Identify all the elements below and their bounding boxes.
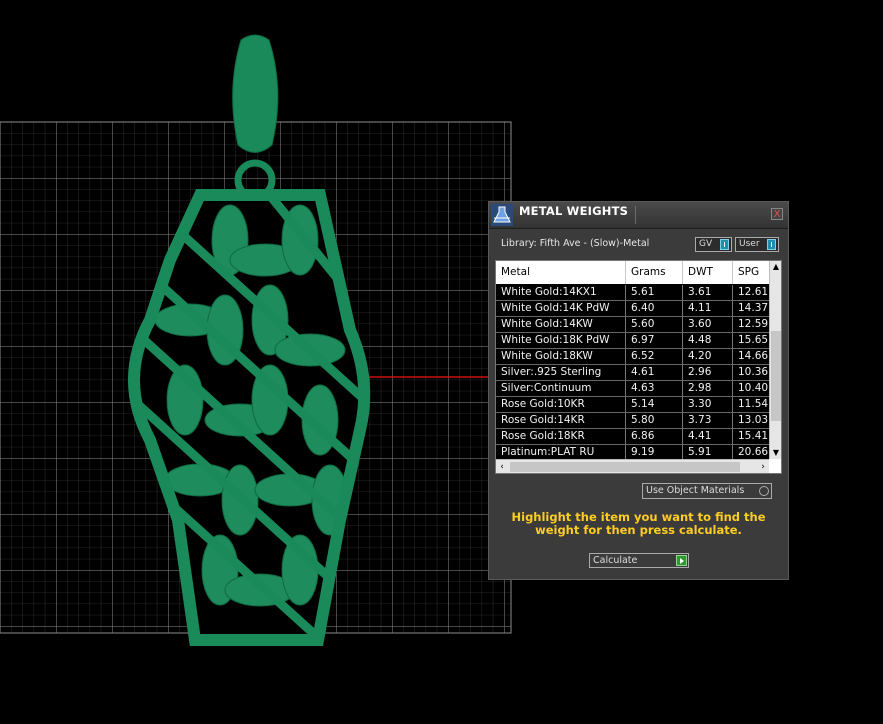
metal-weights-panel: METAL WEIGHTS X Library: Fifth Ave - (Sl… bbox=[488, 201, 789, 580]
cell-grams: 5.60 bbox=[626, 317, 683, 332]
scroll-down-icon[interactable]: ▼ bbox=[770, 447, 781, 459]
cell-grams: 6.97 bbox=[626, 333, 683, 348]
column-header-spg[interactable]: SPG bbox=[733, 261, 769, 284]
horizontal-scrollbar[interactable]: ‹ › bbox=[496, 459, 769, 473]
cell-spg: 12.61 bbox=[738, 286, 769, 298]
cell-dwt: 4.11 bbox=[683, 301, 733, 316]
cell-dwt: 2.96 bbox=[683, 365, 733, 380]
play-arrow-icon bbox=[676, 555, 687, 566]
cell-dwt: 3.60 bbox=[683, 317, 733, 332]
cell-grams: 6.52 bbox=[626, 349, 683, 364]
cell-metal: Rose Gold:18KR bbox=[496, 429, 626, 444]
cell-dwt: 4.48 bbox=[683, 333, 733, 348]
table-header: Metal Grams DWT SPG bbox=[496, 261, 769, 285]
cell-dwt: 2.98 bbox=[683, 381, 733, 396]
cell-grams: 5.14 bbox=[626, 397, 683, 412]
vertical-scroll-thumb[interactable] bbox=[771, 331, 781, 421]
cell-grams: 6.86 bbox=[626, 429, 683, 444]
use-object-materials-option[interactable]: Use Object Materials bbox=[642, 483, 772, 499]
panel-titlebar[interactable]: METAL WEIGHTS X bbox=[489, 202, 788, 229]
scroll-up-icon[interactable]: ▲ bbox=[770, 261, 781, 273]
library-label: Library: Fifth Ave - (Slow)-Metal bbox=[501, 238, 650, 249]
cell-spg: 20.66 bbox=[738, 446, 769, 458]
cell-grams: 9.19 bbox=[626, 445, 683, 459]
metal-table[interactable]: Metal Grams DWT SPG White Gold:14KX1 5.61… bbox=[495, 260, 782, 474]
cell-metal: White Gold:18KW bbox=[496, 349, 626, 364]
cell-metal: White Gold:14KW bbox=[496, 317, 626, 332]
radio-icon[interactable] bbox=[759, 486, 769, 496]
cell-metal: White Gold:18K PdW bbox=[496, 333, 626, 348]
calculate-label: Calculate bbox=[593, 555, 638, 566]
cell-metal: Rose Gold:14KR bbox=[496, 413, 626, 428]
panel-title: METAL WEIGHTS bbox=[519, 204, 629, 218]
column-header-grams[interactable]: Grams bbox=[626, 261, 683, 284]
horizontal-scroll-thumb[interactable] bbox=[510, 462, 740, 472]
vertical-scrollbar[interactable]: ▲ ▼ bbox=[769, 261, 781, 459]
cell-spg: 10.40 bbox=[738, 382, 769, 394]
cell-metal: Silver:.925 Sterling bbox=[496, 365, 626, 380]
gv-toggle[interactable]: GV bbox=[695, 237, 732, 252]
table-row[interactable]: Rose Gold:14KR 5.80 3.73 13.03 bbox=[496, 413, 769, 429]
instruction-text: Highlight the item you want to find the … bbox=[511, 510, 766, 537]
table-row[interactable]: Rose Gold:10KR 5.14 3.30 11.54 bbox=[496, 397, 769, 413]
cell-spg: 10.36 bbox=[738, 366, 769, 378]
column-header-metal[interactable]: Metal bbox=[496, 261, 626, 284]
table-row[interactable]: Rose Gold:18KR 6.86 4.41 15.41 bbox=[496, 429, 769, 445]
cell-dwt: 3.61 bbox=[683, 285, 733, 300]
cell-dwt: 5.91 bbox=[683, 445, 733, 459]
table-body: White Gold:14KX1 5.61 3.61 12.61 White Gold… bbox=[496, 285, 769, 459]
column-header-dwt[interactable]: DWT bbox=[683, 261, 733, 284]
cell-metal: Silver:Continuum bbox=[496, 381, 626, 396]
cell-metal: White Gold:14KX1 bbox=[496, 285, 626, 300]
cell-spg: 15.41 bbox=[738, 430, 769, 442]
flask-icon bbox=[491, 204, 513, 226]
cell-grams: 5.80 bbox=[626, 413, 683, 428]
toggle-switch-icon bbox=[720, 239, 729, 250]
cell-grams: 5.61 bbox=[626, 285, 683, 300]
cell-spg: 15.65 bbox=[738, 334, 769, 346]
cell-spg: 14.37 bbox=[738, 302, 769, 314]
table-row[interactable]: White Gold:14KX1 5.61 3.61 12.61 bbox=[496, 285, 769, 301]
titlebar-divider bbox=[635, 206, 636, 224]
close-button[interactable]: X bbox=[771, 208, 783, 220]
table-row[interactable]: Silver:Continuum 4.63 2.98 10.40 bbox=[496, 381, 769, 397]
cell-grams: 4.61 bbox=[626, 365, 683, 380]
cell-grams: 6.40 bbox=[626, 301, 683, 316]
table-row[interactable]: White Gold:18K PdW 6.97 4.48 15.65 bbox=[496, 333, 769, 349]
cell-metal: Rose Gold:10KR bbox=[496, 397, 626, 412]
scroll-right-icon[interactable]: › bbox=[757, 460, 769, 473]
calculate-button[interactable]: Calculate bbox=[589, 553, 689, 568]
cell-spg: 11.54 bbox=[738, 398, 769, 410]
table-row[interactable]: White Gold:14KW 5.60 3.60 12.59 bbox=[496, 317, 769, 333]
gv-toggle-label: GV bbox=[699, 239, 713, 249]
cell-dwt: 3.73 bbox=[683, 413, 733, 428]
cell-grams: 4.63 bbox=[626, 381, 683, 396]
cell-dwt: 4.20 bbox=[683, 349, 733, 364]
cell-metal: Platinum:PLAT RU bbox=[496, 445, 626, 459]
user-toggle[interactable]: User bbox=[735, 237, 779, 252]
cell-metal: White Gold:14K PdW bbox=[496, 301, 626, 316]
cell-spg: 13.03 bbox=[738, 414, 769, 426]
cell-spg: 12.59 bbox=[738, 318, 769, 330]
table-row[interactable]: White Gold:18KW 6.52 4.20 14.66 bbox=[496, 349, 769, 365]
pendant-bail bbox=[232, 34, 279, 153]
cell-dwt: 3.30 bbox=[683, 397, 733, 412]
scroll-left-icon[interactable]: ‹ bbox=[496, 460, 508, 473]
table-row[interactable]: White Gold:14K PdW 6.40 4.11 14.37 bbox=[496, 301, 769, 317]
cell-dwt: 4.41 bbox=[683, 429, 733, 444]
table-row[interactable]: Silver:.925 Sterling 4.61 2.96 10.36 bbox=[496, 365, 769, 381]
user-toggle-label: User bbox=[739, 239, 760, 249]
table-row[interactable]: Platinum:PLAT RU 9.19 5.91 20.66 bbox=[496, 445, 769, 459]
close-icon: X bbox=[773, 209, 781, 220]
use-object-materials-label: Use Object Materials bbox=[646, 485, 745, 496]
cell-spg: 14.66 bbox=[738, 350, 769, 362]
toggle-switch-icon bbox=[767, 239, 776, 250]
